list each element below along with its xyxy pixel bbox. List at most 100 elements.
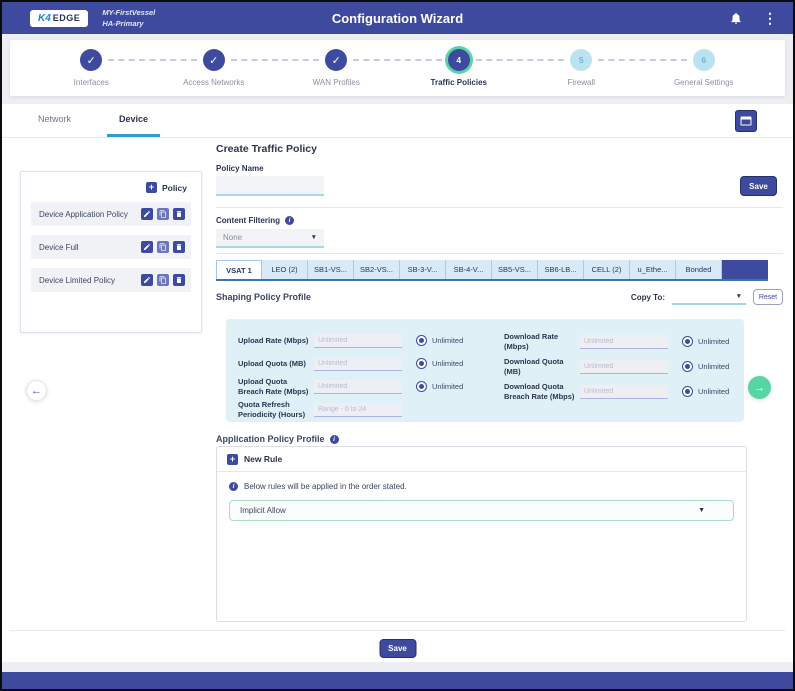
unlimited-radio[interactable] — [682, 336, 693, 347]
shaping-field-input[interactable] — [314, 380, 402, 394]
check-icon: ✓ — [87, 54, 96, 67]
content-filtering-select[interactable]: None ▼ — [216, 229, 324, 248]
rule-row[interactable]: Implicit Allow ▼ — [229, 500, 734, 521]
unlimited-radio-label: Unlimited — [432, 336, 463, 345]
shaping-field-row: Quota Refresh Periodicity (Hours) — [238, 399, 504, 420]
step-label: Traffic Policies — [431, 78, 487, 87]
wan-tab-label: VSAT 1 — [226, 266, 252, 275]
form-title: Create Traffic Policy — [216, 143, 783, 155]
step-label: Access Networks — [183, 78, 244, 87]
brand-logo: K4 EDGE — [30, 10, 88, 27]
content-area: + Policy Device Application Policy — [2, 138, 793, 662]
next-button[interactable]: → — [748, 376, 771, 399]
step-number: 6 — [701, 55, 706, 65]
wan-profile-tabs: VSAT 1 LEO (2) SB1-VS... SB2-VS... — [216, 260, 768, 281]
copy-policy-button[interactable] — [157, 274, 169, 286]
unlimited-radio[interactable] — [682, 361, 693, 372]
stepper-step-circle[interactable]: ✓ — [80, 49, 102, 71]
edit-policy-button[interactable] — [141, 241, 153, 253]
unlimited-radio[interactable] — [416, 358, 427, 369]
shaping-field-input[interactable] — [580, 385, 668, 399]
brand-secondary: EDGE — [53, 13, 81, 23]
policy-list-item: Device Limited Policy — [31, 268, 191, 292]
copy-policy-button[interactable] — [157, 208, 169, 220]
unlimited-radio[interactable] — [416, 335, 427, 346]
unlimited-radio[interactable] — [416, 381, 427, 392]
info-icon[interactable]: i — [330, 435, 339, 444]
header-actions: ⋮ — [729, 11, 777, 25]
edit-policy-button[interactable] — [141, 208, 153, 220]
wan-profile-tab[interactable]: SB2-VS... — [354, 260, 400, 279]
upload-fields-column: Upload Rate (Mbps) Unlimited Upload Quot… — [238, 330, 504, 422]
step-number: 4 — [456, 55, 461, 65]
brand-primary: K4 — [38, 13, 51, 24]
shaping-field-input[interactable] — [314, 403, 402, 417]
new-rule-button[interactable]: + New Rule — [217, 447, 746, 472]
wan-profile-tab[interactable]: u_Ethe... — [630, 260, 676, 279]
wan-profile-tab[interactable]: SB-3-V... — [400, 260, 446, 279]
shaping-field-input[interactable] — [314, 334, 402, 348]
back-button[interactable]: ← — [26, 380, 47, 401]
save-button-bottom[interactable]: Save — [379, 639, 416, 658]
download-fields-column: Download Rate (Mbps) Unlimited Download … — [504, 330, 732, 422]
tab-scroll-button[interactable] — [722, 260, 768, 279]
stepper-step: ✓ Access Networks — [153, 49, 276, 96]
panel-view-button[interactable] — [735, 110, 757, 132]
delete-policy-button[interactable] — [173, 208, 185, 220]
check-icon: ✓ — [332, 54, 341, 67]
shaping-field-input[interactable] — [580, 360, 668, 374]
shaping-profile-title: Shaping Policy Profile — [216, 292, 311, 302]
vessel-name: MY-FirstVessel — [102, 7, 155, 18]
shaping-field-label: Upload Quota (MB) — [238, 359, 314, 369]
kebab-menu-icon[interactable]: ⋮ — [763, 11, 777, 25]
step-label: General Settings — [674, 78, 734, 87]
shaping-field-input[interactable] — [314, 357, 402, 371]
pencil-icon — [143, 243, 151, 251]
info-icon[interactable]: i — [285, 216, 294, 225]
stepper-step-circle[interactable]: ✓ 5 — [570, 49, 592, 71]
wan-tab-label: SB1-VS... — [314, 265, 347, 274]
stepper-step-circle[interactable]: ✓ — [203, 49, 225, 71]
stepper-step: ✓ 6 General Settings — [643, 49, 766, 96]
step-label: WAN Profiles — [313, 78, 360, 87]
policy-name: Device Full — [39, 243, 141, 252]
wan-profile-tab[interactable]: SB6-LB... — [538, 260, 584, 279]
view-tab[interactable]: Network — [26, 104, 83, 137]
reset-button[interactable]: Reset — [753, 289, 783, 305]
policy-name-input[interactable] — [216, 176, 324, 196]
view-tab-label: Network — [38, 114, 71, 124]
wan-profile-tab[interactable]: SB-4-V... — [446, 260, 492, 279]
add-policy-button[interactable]: + Policy — [21, 172, 201, 202]
view-tab[interactable]: Device — [107, 104, 160, 137]
shaping-field-row: Download Quota (MB) Unlimited — [504, 355, 732, 378]
stepper-step-circle[interactable]: ✓ 4 — [448, 49, 470, 71]
shaping-policy-panel: Upload Rate (Mbps) Unlimited Upload Quot… — [226, 319, 744, 422]
trash-icon — [175, 276, 183, 284]
copy-icon — [159, 243, 167, 251]
view-tab-label: Device — [119, 114, 148, 124]
wan-profile-tab[interactable]: CELL (2) — [584, 260, 630, 279]
save-policy-button[interactable]: Save — [740, 176, 777, 196]
wan-profile-tab[interactable]: SB5-VS... — [492, 260, 538, 279]
wan-profile-tab[interactable]: VSAT 1 — [216, 260, 262, 279]
shaping-field-input[interactable] — [580, 335, 668, 349]
stepper-step-circle[interactable]: ✓ 6 — [693, 49, 715, 71]
edit-policy-button[interactable] — [141, 274, 153, 286]
wan-profile-tab[interactable]: LEO (2) — [262, 260, 308, 279]
notifications-bell-icon[interactable] — [729, 11, 743, 25]
copy-policy-button[interactable] — [157, 241, 169, 253]
wan-profile-tab[interactable]: SB1-VS... — [308, 260, 354, 279]
delete-policy-button[interactable] — [173, 274, 185, 286]
delete-policy-button[interactable] — [173, 241, 185, 253]
stepper-step-circle[interactable]: ✓ — [325, 49, 347, 71]
wan-tab-label: SB5-VS... — [498, 265, 531, 274]
shaping-field-label: Download Quota Breach Rate (Mbps) — [504, 382, 580, 402]
unlimited-radio[interactable] — [682, 386, 693, 397]
wan-profile-tab[interactable]: Bonded — [676, 260, 722, 279]
policy-actions — [141, 208, 185, 220]
copy-to-select[interactable]: ▼ — [672, 289, 746, 305]
policy-list-item: Device Application Policy — [31, 202, 191, 226]
unlimited-radio-group: Unlimited — [682, 361, 729, 372]
wan-tab-label: SB-4-V... — [454, 265, 484, 274]
chevron-down-icon: ▼ — [311, 234, 317, 241]
